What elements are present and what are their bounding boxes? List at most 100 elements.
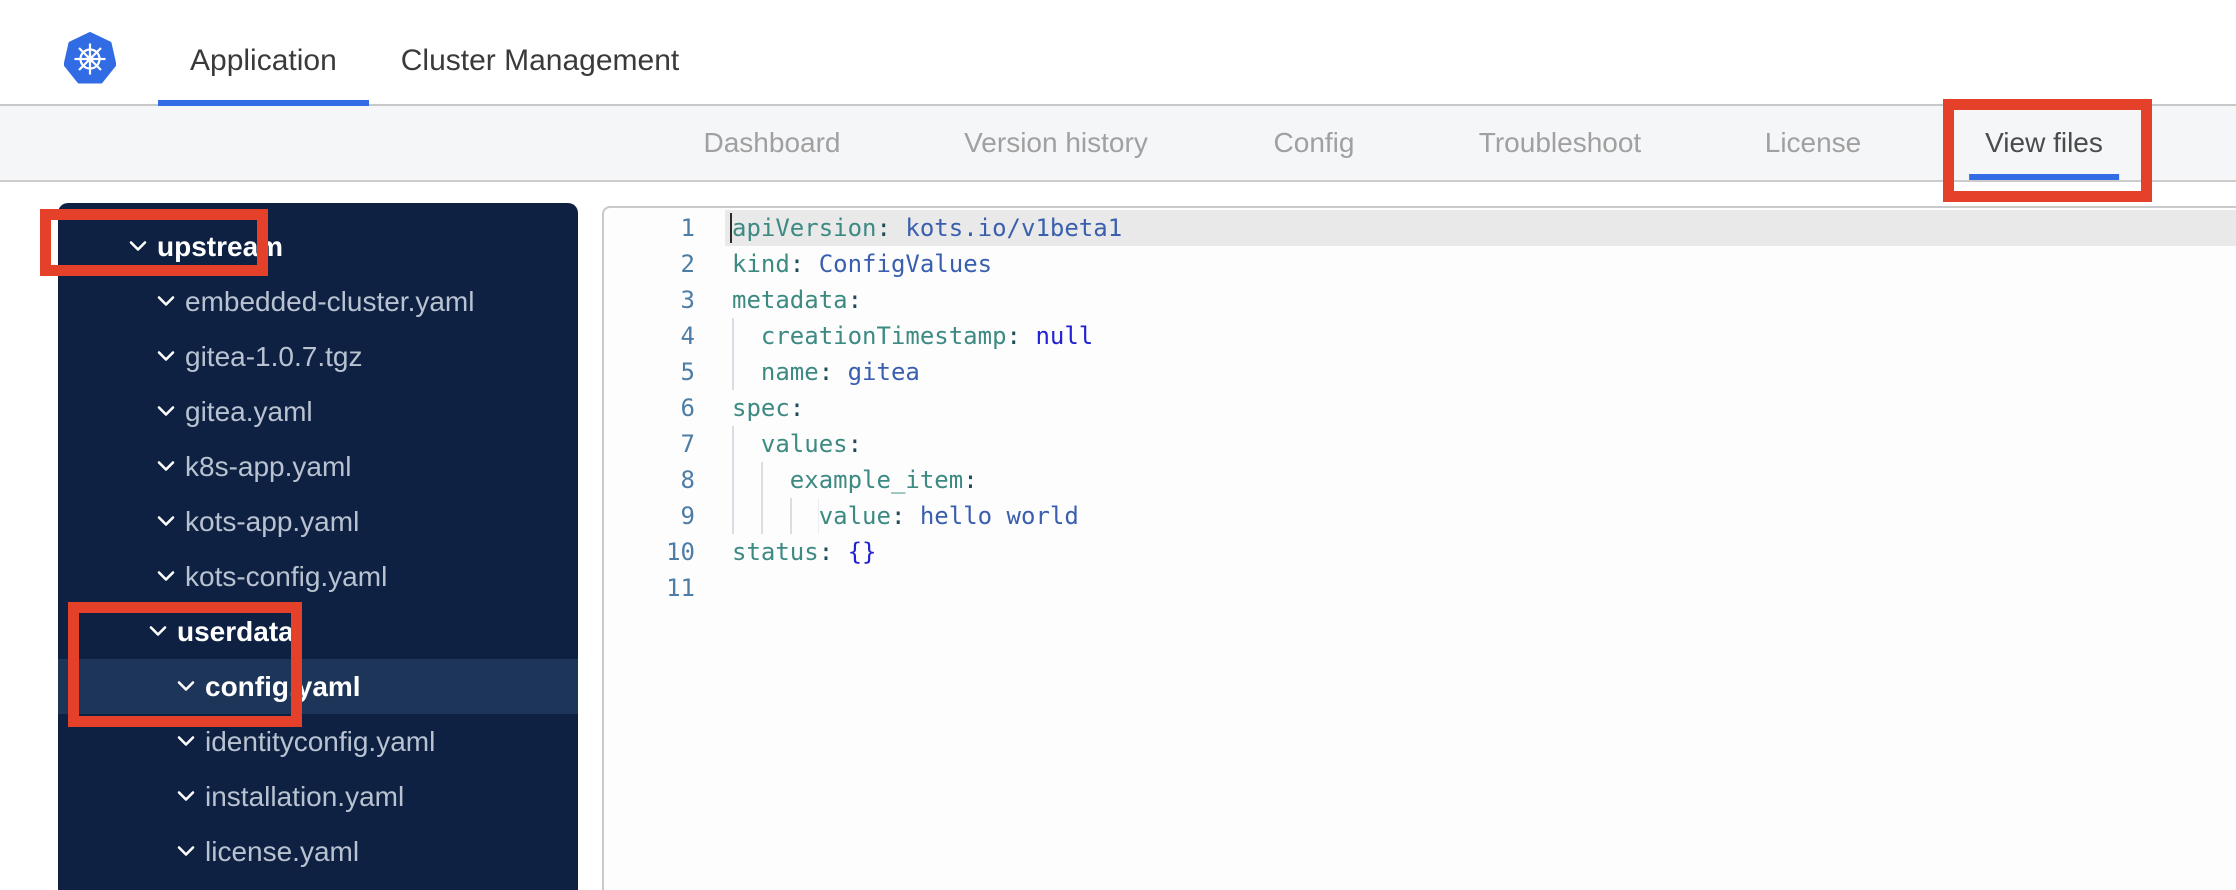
line-number: 1 [680,214,695,242]
yaml-key: kind [732,250,790,278]
code-line[interactable]: 8 example_item: [604,462,2236,498]
code-line-content: creationTimestamp: null [725,318,2236,354]
chevron-down-icon [128,240,148,253]
tree-item-label: gitea.yaml [185,395,313,427]
code-line[interactable]: 5 name: gitea [604,354,2236,390]
yaml-colon: : [789,250,805,278]
yaml-colon: : [818,538,834,566]
header-tab-label: Application [190,44,337,77]
code-line-content: status: {} [725,534,2236,570]
yaml-colon: : [876,214,891,242]
tree-item-label: upstream [157,230,284,262]
yaml-key: value [818,502,891,530]
code-line-content: name: gitea [725,354,2236,390]
yaml-colon: : [847,286,863,314]
code-line[interactable]: 7 values: [604,426,2236,462]
line-number: 7 [680,430,695,458]
yaml-key: status [732,538,819,566]
code-line[interactable]: 11 [604,570,2236,606]
indent-guides [732,426,761,462]
tree-item-label: userdata [177,615,294,647]
tree-item-k8s-app.yaml[interactable]: k8s-app.yaml [58,439,578,494]
subnav-item-config[interactable]: Config [1258,106,1371,180]
tree-item-label: kots-config.yaml [185,560,388,592]
app-subnav: Dashboard Version history Config Trouble… [0,106,2236,182]
code-line[interactable]: 1 apiVersion: kots.io/v1beta1 [604,210,2236,246]
subnav-item-dashboard[interactable]: Dashboard [688,106,857,180]
yaml-key: spec [732,394,790,422]
tree-item-license.yaml[interactable]: license.yaml [58,824,578,879]
tree-item-userdata[interactable]: userdata [58,604,578,659]
tree-item-label: embedded-cluster.yaml [185,285,475,317]
chevron-down-icon [156,515,176,528]
subnav-item-license[interactable]: License [1749,106,1878,180]
yaml-key: creationTimestamp [760,322,1007,350]
subnav-item-troubleshoot[interactable]: Troubleshoot [1463,106,1657,180]
code-line-content: value: hello world [725,498,2236,534]
code-line[interactable]: 2 kind: ConfigValues [604,246,2236,282]
yaml-colon: : [847,430,863,458]
chevron-down-icon [176,790,196,803]
header-tab-application[interactable]: Application [158,0,369,106]
yaml-colon: : [818,358,834,386]
yaml-value: gitea [847,358,920,386]
tree-item-label: license.yaml [205,835,360,867]
subnav-item-view-files[interactable]: View files [1969,106,2119,180]
yaml-key: metadata [732,286,848,314]
subnav-item-label: Version history [964,127,1148,158]
chevron-down-icon [156,460,176,473]
yaml-value: kots.io/v1beta1 [905,214,1123,242]
code-line[interactable]: 3 metadata: [604,282,2236,318]
code-line[interactable]: 10 status: {} [604,534,2236,570]
chevron-down-icon [156,350,176,363]
tree-item-label: kots-app.yaml [185,505,360,537]
tree-item-kots-app.yaml[interactable]: kots-app.yaml [58,494,578,549]
indent-guides [732,462,790,498]
yaml-value: hello world [919,502,1079,530]
indent-guides [732,354,761,390]
tree-item-label: k8s-app.yaml [185,450,352,482]
yaml-colon: : [963,466,978,494]
app-header: Application Cluster Management [0,0,2236,106]
subnav-item-label: Config [1273,127,1355,158]
code-line-content: values: [725,426,2236,462]
code-line-content: example_item: [725,462,2236,498]
tree-item-gitea-1.0.7.tgz[interactable]: gitea-1.0.7.tgz [58,329,578,384]
indent-guides [732,318,761,354]
code-line-content: apiVersion: kots.io/v1beta1 [725,210,2236,246]
subnav-item-version-history[interactable]: Version history [948,106,1164,180]
yaml-key: example_item [789,466,964,494]
yaml-colon: : [890,502,906,530]
line-number: 10 [666,538,695,566]
yaml-colon: : [1006,322,1021,350]
yaml-value: {} [847,538,877,566]
tree-item-kots-config.yaml[interactable]: kots-config.yaml [58,549,578,604]
line-number: 8 [680,466,695,494]
header-tab-cluster-management[interactable]: Cluster Management [369,0,711,106]
chevron-down-icon [156,570,176,583]
chevron-down-icon [156,295,176,308]
tree-item-embedded-cluster.yaml[interactable]: embedded-cluster.yaml [58,274,578,329]
line-number: 5 [680,358,695,386]
subnav-item-label: License [1764,127,1862,158]
chevron-down-icon [176,680,196,693]
line-number: 11 [666,574,695,602]
kubernetes-logo-icon [63,32,117,88]
tree-item-label: identityconfig.yaml [205,725,436,757]
code-line-content [725,570,2236,606]
code-line[interactable]: 4 creationTimestamp: null [604,318,2236,354]
line-number: 4 [680,322,695,350]
code-line[interactable]: 6 spec: [604,390,2236,426]
tree-item-identityconfig.yaml[interactable]: identityconfig.yaml [58,714,578,769]
tree-item-config.yaml[interactable]: config.yaml [58,659,578,714]
code-editor[interactable]: 1 apiVersion: kots.io/v1beta1 2 kind: Co… [602,206,2236,890]
chevron-down-icon [156,405,176,418]
yaml-value: ConfigValues [818,250,993,278]
line-number: 9 [680,502,695,530]
tree-item-gitea.yaml[interactable]: gitea.yaml [58,384,578,439]
tree-item-upstream[interactable]: upstream [58,219,578,274]
tree-item-installation.yaml[interactable]: installation.yaml [58,769,578,824]
code-line[interactable]: 9 value: hello world [604,498,2236,534]
line-number: 2 [680,250,695,278]
indent-guides [732,498,819,534]
